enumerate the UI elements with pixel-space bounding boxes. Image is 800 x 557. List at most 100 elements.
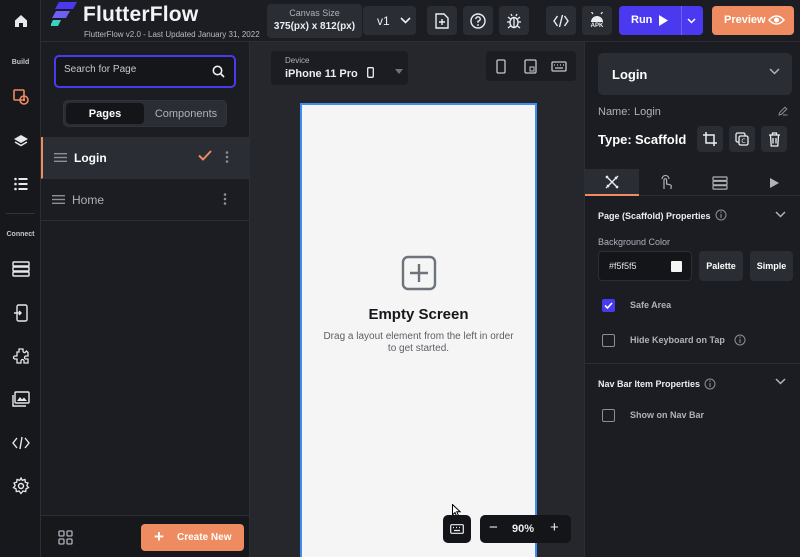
more-vertical-icon[interactable] — [225, 151, 229, 163]
search-input[interactable] — [64, 64, 204, 75]
create-new-button[interactable]: + Create New — [141, 524, 244, 551]
build-label: Build — [11, 59, 30, 66]
device-preview-screen[interactable]: Empty Screen Drag a layout element from … — [300, 103, 537, 557]
page-item-home[interactable]: Home — [41, 179, 249, 221]
design-tools-icon — [605, 175, 619, 188]
copy-icon: C — [735, 132, 749, 146]
hide-keyboard-checkbox[interactable] — [602, 334, 615, 347]
caret-down-icon — [395, 69, 403, 74]
preview-label: Preview — [724, 14, 766, 26]
desktop-mode-button[interactable] — [550, 57, 568, 75]
chevron-down-icon — [400, 17, 411, 24]
preview-button[interactable]: Preview — [712, 6, 794, 35]
add-widget-icon[interactable] — [401, 255, 437, 291]
check-icon — [604, 301, 613, 309]
more-vertical-icon[interactable] — [223, 193, 227, 205]
type-value: Scaffold — [635, 132, 687, 147]
wrap-widget-button[interactable] — [697, 126, 723, 152]
tab-animations[interactable] — [747, 169, 800, 196]
canvas-size-label: Canvas Size — [289, 8, 340, 18]
database-icon — [712, 175, 728, 190]
trash-icon — [768, 131, 780, 147]
android-icon — [591, 12, 603, 22]
hide-keyboard-label: Hide Keyboard on Tap — [630, 335, 725, 345]
version-select[interactable]: v1 — [363, 6, 416, 35]
top-bar: FlutterFlow FlutterFlow v2.0 - Last Upda… — [41, 0, 800, 42]
copy-widget-button[interactable]: C — [729, 126, 755, 152]
mobile-mode-button[interactable] — [492, 57, 510, 75]
api-icon[interactable] — [0, 296, 41, 330]
device-select[interactable]: Device iPhone 11 Pro — [271, 51, 408, 85]
palette-button[interactable]: Palette — [699, 251, 743, 281]
tab-components[interactable]: Components — [146, 103, 226, 124]
drag-handle-icon[interactable] — [54, 153, 67, 162]
code-icon — [553, 14, 569, 27]
tab-backend-query[interactable] — [693, 169, 747, 196]
chevron-down-icon[interactable] — [687, 18, 696, 24]
page-item-login[interactable]: Login — [41, 137, 249, 179]
page-select[interactable]: Login — [598, 53, 792, 95]
code-icon[interactable] — [0, 426, 41, 460]
layers-icon[interactable] — [0, 124, 41, 158]
section-divider — [585, 363, 800, 364]
debug-button[interactable] — [499, 6, 529, 35]
color-swatch[interactable] — [671, 261, 682, 272]
delete-widget-button[interactable] — [761, 126, 787, 152]
background-color-value: #f5f5f5 — [609, 261, 637, 271]
type-label: Type: — [598, 132, 632, 147]
tablet-mode-button[interactable] — [521, 57, 539, 75]
show-navbar-checkbox[interactable] — [602, 409, 615, 422]
canvas-size-display[interactable]: Canvas Size 375(px) x 812(px) — [267, 4, 362, 38]
tab-actions[interactable] — [639, 169, 693, 196]
add-page-button[interactable] — [427, 6, 457, 35]
keyboard-shortcuts-button[interactable] — [443, 515, 471, 543]
info-icon[interactable] — [704, 378, 716, 390]
info-icon[interactable] — [715, 209, 727, 221]
show-navbar-label: Show on Nav Bar — [630, 410, 705, 420]
list-icon[interactable] — [0, 167, 41, 201]
view-code-button[interactable] — [546, 6, 576, 35]
media-icon[interactable] — [0, 382, 41, 416]
help-button[interactable] — [463, 6, 493, 35]
tab-properties[interactable] — [585, 169, 639, 196]
plus-icon: + — [154, 527, 164, 546]
pages-components-tabs: Pages Components — [63, 100, 227, 127]
gear-icon[interactable] — [0, 469, 41, 503]
settings-puzzle-icon[interactable] — [0, 339, 41, 373]
run-button[interactable]: Run — [619, 6, 703, 35]
zoom-control: − 90% + — [480, 515, 571, 543]
page-item-label: Home — [72, 193, 105, 207]
simple-button[interactable]: Simple — [750, 251, 793, 281]
drag-handle-icon[interactable] — [52, 195, 65, 204]
zoom-out-button[interactable]: − — [489, 519, 498, 536]
grid-view-button[interactable] — [51, 524, 79, 550]
brand-name: FlutterFlow — [83, 3, 199, 26]
empty-screen-description: Drag a layout element from the left in o… — [323, 331, 514, 354]
pages-panel-footer: + Create New — [41, 515, 249, 557]
page-select-value: Login — [612, 67, 648, 82]
database-icon[interactable] — [0, 252, 41, 286]
canvas-area: Device iPhone 11 Pro Empty Screen Drag a… — [250, 42, 584, 557]
device-mode-toggle — [486, 51, 576, 81]
chevron-down-icon — [769, 68, 780, 75]
info-icon[interactable] — [734, 334, 746, 346]
edit-icon[interactable] — [778, 106, 788, 116]
apk-label: APK — [590, 23, 604, 29]
page-properties-title: Page (Scaffold) Properties — [598, 211, 711, 221]
theme-icon[interactable] — [0, 80, 41, 114]
background-color-label: Background Color — [598, 237, 671, 247]
chevron-down-icon[interactable] — [775, 378, 786, 385]
zoom-in-button[interactable]: + — [550, 519, 559, 536]
background-color-field[interactable]: #f5f5f5 — [598, 251, 692, 281]
safe-area-checkbox[interactable] — [602, 299, 615, 312]
pages-panel: Pages Components Login Home + Create New — [41, 42, 250, 557]
page-name-row: Name: Login — [598, 104, 792, 120]
tab-pages[interactable]: Pages — [66, 103, 144, 124]
empty-screen-title: Empty Screen — [368, 306, 469, 323]
home-icon[interactable] — [0, 4, 41, 38]
crop-icon — [703, 132, 717, 146]
touch-icon — [661, 175, 672, 190]
download-apk-button[interactable]: APK — [582, 6, 612, 35]
chevron-down-icon[interactable] — [775, 211, 786, 218]
search-box[interactable] — [54, 55, 236, 88]
